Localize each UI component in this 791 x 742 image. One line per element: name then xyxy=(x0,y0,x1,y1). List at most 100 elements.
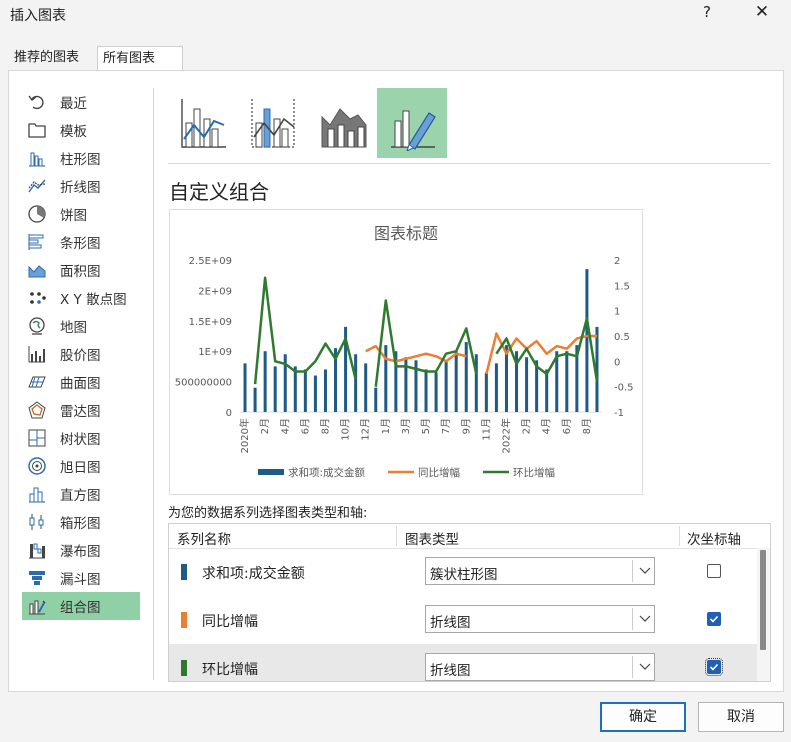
chart-type-value: 簇状柱形图 xyxy=(430,567,498,583)
series-row: 环比增幅 折线图 xyxy=(169,644,757,681)
sidebar-item-label: 股价图 xyxy=(60,348,101,364)
stacked-area-column-option[interactable] xyxy=(308,88,378,158)
x-tick-label: 2月 xyxy=(521,418,533,434)
chart-bar xyxy=(434,372,438,412)
sidebar-item-surface[interactable]: 曲面图 xyxy=(22,368,140,396)
checkmark-icon xyxy=(709,663,719,671)
sidebar-item-label: 箱形图 xyxy=(60,516,101,532)
y-right-tick-label: 2 xyxy=(614,256,620,267)
sidebar-item-waterfall[interactable]: 瀑布图 xyxy=(22,536,140,564)
clustered-column-line-option[interactable] xyxy=(168,88,238,158)
x-tick-label: 2022年 xyxy=(499,418,512,453)
sidebar-item-label: 雷达图 xyxy=(60,404,101,420)
clustered-column-line-secondary-option[interactable] xyxy=(238,88,308,158)
sidebar-item-combo[interactable]: 组合图 xyxy=(22,592,140,620)
sidebar-item-label: 曲面图 xyxy=(60,376,101,392)
sidebar-item-pie[interactable]: 饼图 xyxy=(22,200,140,228)
section-divider xyxy=(168,163,770,164)
chart-type-value: 折线图 xyxy=(430,615,471,631)
sidebar-item-label: 地图 xyxy=(60,320,87,336)
close-button[interactable]: ✕ xyxy=(752,2,772,22)
ok-button[interactable]: 确定 xyxy=(600,702,686,732)
secondary-axis-checkbox[interactable] xyxy=(707,612,721,626)
chart-bar xyxy=(384,345,388,412)
sidebar-item-bar[interactable]: 条形图 xyxy=(22,228,140,256)
surface-chart-icon xyxy=(26,372,48,392)
series-section-label: 为您的数据系列选择图表类型和轴: xyxy=(168,506,368,521)
x-tick-label: 3月 xyxy=(400,418,412,434)
sidebar-item-box-whisker[interactable]: 箱形图 xyxy=(22,508,140,536)
chart-bar xyxy=(323,369,327,412)
chart-type-select[interactable]: 簇状柱形图 xyxy=(425,557,655,585)
chevron-down-icon[interactable] xyxy=(638,608,652,630)
chart-bar xyxy=(494,363,498,412)
sidebar-item-map[interactable]: 地图 xyxy=(22,312,140,340)
funnel-chart-icon xyxy=(26,568,48,588)
chart-bar xyxy=(374,387,378,412)
x-tick-label: 2020年 xyxy=(238,418,251,453)
sidebar-item-label: 折线图 xyxy=(60,180,101,196)
chart-bar xyxy=(545,369,549,412)
window-title: 插入图表 xyxy=(10,8,66,24)
sidebar-divider xyxy=(153,88,154,680)
y-left-tick-label: 0 xyxy=(226,408,232,419)
secondary-axis-checkbox[interactable] xyxy=(707,564,721,578)
y-right-tick-label: -0.5 xyxy=(614,383,634,394)
chart-type-select[interactable]: 折线图 xyxy=(425,605,655,633)
tab-all-charts[interactable]: 所有图表 xyxy=(97,46,183,71)
sidebar-item-line[interactable]: 折线图 xyxy=(22,172,140,200)
sidebar-item-treemap[interactable]: 树状图 xyxy=(22,424,140,452)
sidebar-item-radar[interactable]: 雷达图 xyxy=(22,396,140,424)
chart-bar xyxy=(504,345,508,412)
chevron-down-icon[interactable] xyxy=(638,656,652,678)
y-right-tick-label: 1.5 xyxy=(614,281,630,292)
x-tick-label: 10月 xyxy=(340,418,352,441)
custom-combo-option[interactable] xyxy=(377,88,447,158)
x-tick-label: 9月 xyxy=(460,418,472,434)
chart-preview: 图表标题 0 500000000 1E+09 1.5E+09 2E+09 2.5E+09 -… xyxy=(169,209,643,495)
area-chart-icon xyxy=(26,260,48,280)
sidebar-item-label: 直方图 xyxy=(60,488,101,504)
sidebar-item-histogram[interactable]: 直方图 xyxy=(22,480,140,508)
chart-type-select[interactable]: 折线图 xyxy=(425,653,655,681)
secondary-axis-checkbox[interactable] xyxy=(705,658,723,676)
sidebar-item-template[interactable]: 模板 xyxy=(22,116,140,144)
scrollbar-thumb[interactable] xyxy=(760,550,766,650)
x-tick-label: 1月 xyxy=(380,418,392,434)
y-left-tick-label: 1E+09 xyxy=(198,347,232,358)
x-tick-label: 11月 xyxy=(480,418,492,441)
column-line-secondary-icon xyxy=(251,99,295,148)
series-color-swatch xyxy=(181,564,187,580)
sidebar-item-scatter[interactable]: X Y 散点图 xyxy=(22,284,140,312)
sidebar-item-stock[interactable]: 股价图 xyxy=(22,340,140,368)
sidebar-item-label: 组合图 xyxy=(60,600,101,616)
help-button[interactable]: ? xyxy=(699,3,715,21)
x-tick-label: 8月 xyxy=(319,418,331,434)
chart-bar xyxy=(444,360,448,412)
series-name: 同比增幅 xyxy=(202,614,258,630)
scatter-chart-icon xyxy=(26,288,48,308)
y-left-tick-label: 2.5E+09 xyxy=(189,256,232,267)
sidebar-item-funnel[interactable]: 漏斗图 xyxy=(22,564,140,592)
series-grid-scrollbar[interactable] xyxy=(757,548,770,681)
chart-bar xyxy=(484,372,488,412)
chart-svg: 图表标题 0 500000000 1E+09 1.5E+09 2E+09 2.5E+09 -… xyxy=(175,224,634,479)
column-header-secondary: 次坐标轴 xyxy=(687,532,741,548)
sidebar-item-area[interactable]: 面积图 xyxy=(22,256,140,284)
chart-bar xyxy=(354,354,358,412)
sidebar-item-column[interactable]: 柱形图 xyxy=(22,144,140,172)
combo-heading: 自定义组合 xyxy=(169,180,269,204)
sidebar-item-recent[interactable]: 最近 xyxy=(22,88,140,116)
chart-bar xyxy=(424,369,428,412)
x-tick-label: 7月 xyxy=(440,418,452,434)
chevron-down-icon[interactable] xyxy=(638,560,652,582)
sidebar-item-sunburst[interactable]: 旭日图 xyxy=(22,452,140,480)
chart-bar xyxy=(585,269,589,412)
x-tick-label: 12月 xyxy=(360,418,372,441)
series-row: 同比增幅 折线图 xyxy=(169,596,757,644)
series-name: 环比增幅 xyxy=(202,662,258,678)
y-right-tick-label: 1 xyxy=(614,307,620,318)
tab-recommended-charts[interactable]: 推荐的图表 xyxy=(9,46,100,69)
chart-type-value: 折线图 xyxy=(430,663,471,679)
cancel-button[interactable]: 取消 xyxy=(698,702,784,732)
